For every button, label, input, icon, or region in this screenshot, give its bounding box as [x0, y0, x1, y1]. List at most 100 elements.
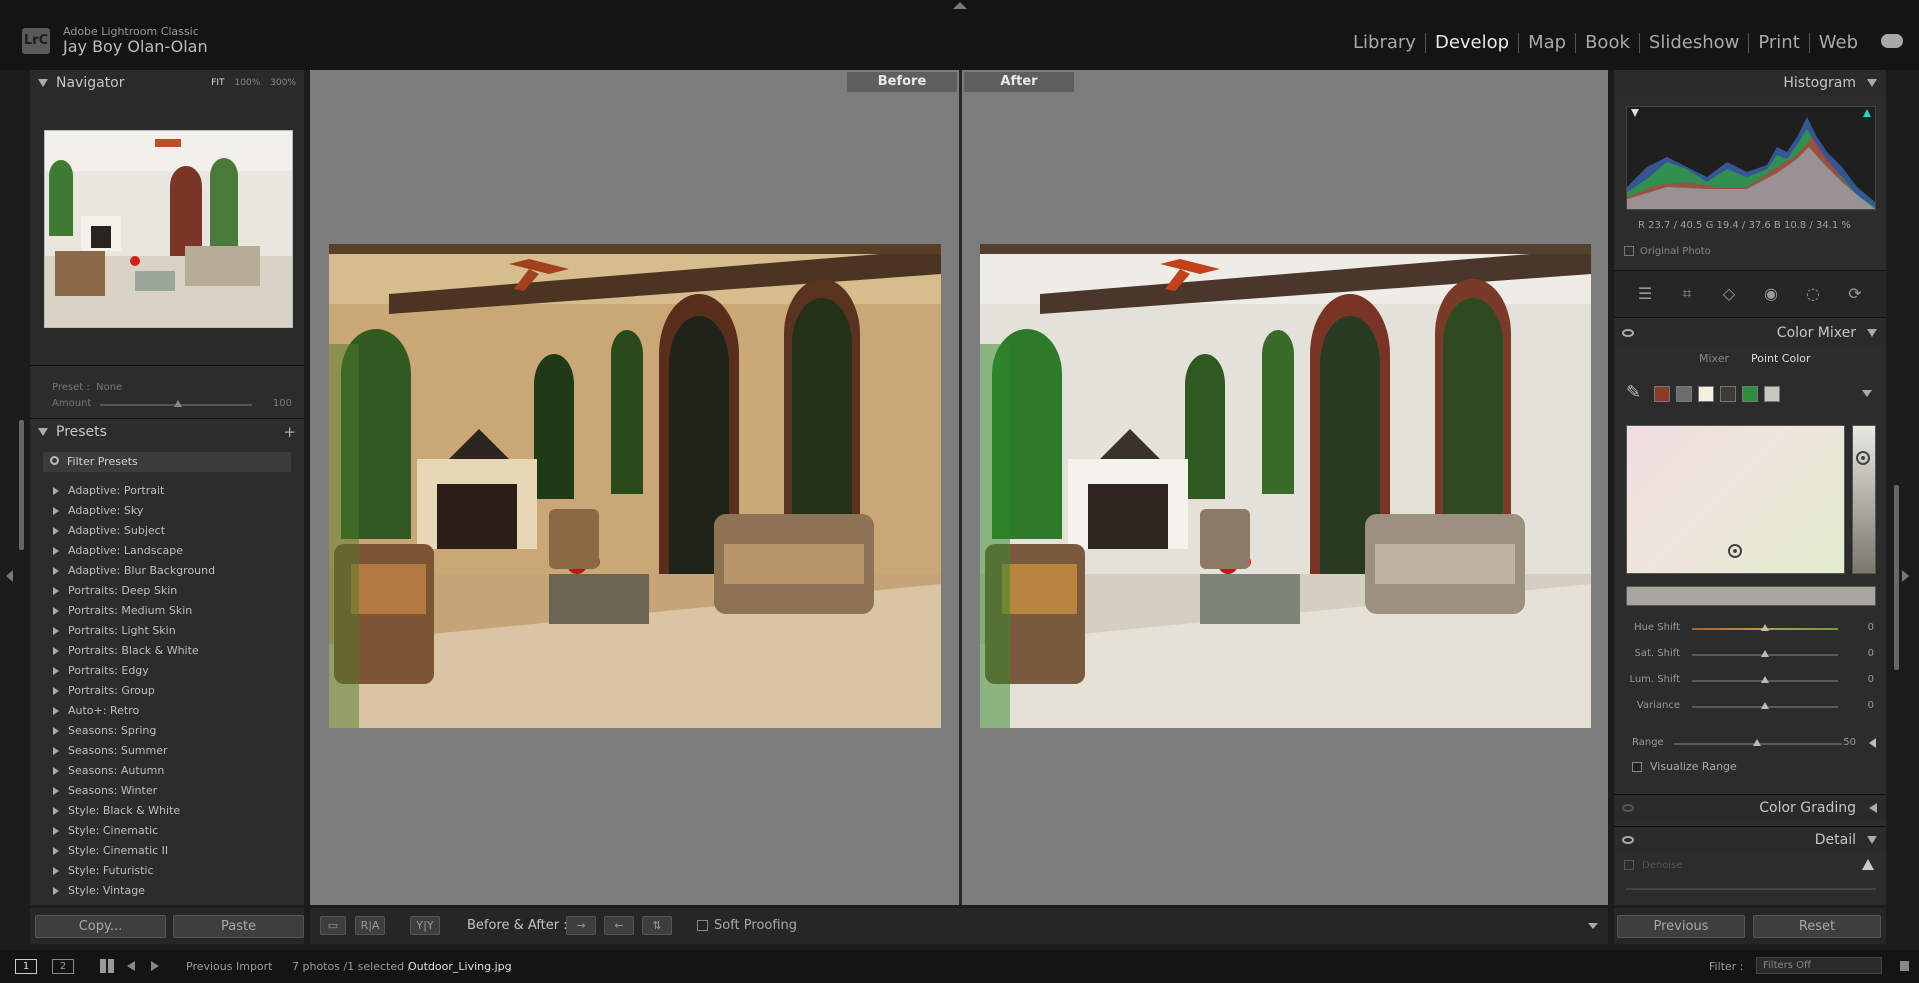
slider-knob[interactable] — [1761, 676, 1769, 683]
copy-settings-button[interactable]: Copy... — [35, 915, 166, 938]
preset-group-portraits-group[interactable]: Portraits: Group — [30, 681, 304, 701]
settings-sync-icon[interactable]: ⟳ — [1844, 284, 1866, 304]
red-eye-icon[interactable]: ◉ — [1760, 284, 1782, 304]
before-photo[interactable] — [329, 244, 941, 728]
right-scrollbar[interactable] — [1894, 485, 1899, 670]
lock-icon[interactable] — [1900, 961, 1909, 971]
amount-slider-knob[interactable] — [174, 400, 182, 407]
luminance-bar[interactable] — [1852, 425, 1876, 574]
preset-group-seasons-spring[interactable]: Seasons: Spring — [30, 721, 304, 741]
tab-mixer[interactable]: Mixer — [1699, 352, 1729, 365]
expand-triangle-icon[interactable] — [53, 567, 59, 575]
preset-group-style-futuristic[interactable]: Style: Futuristic — [30, 861, 304, 881]
tab-point-color[interactable]: Point Color — [1751, 352, 1811, 365]
copy-before-to-after-icon[interactable]: → — [566, 916, 596, 935]
expand-triangle-icon[interactable] — [53, 747, 59, 755]
hue-saturation-field[interactable] — [1626, 425, 1845, 574]
expand-triangle-icon[interactable] — [53, 887, 59, 895]
visibility-eye-icon[interactable] — [1622, 804, 1634, 812]
collapse-right-arrow-icon[interactable] — [1902, 570, 1909, 582]
expand-triangle-icon[interactable] — [53, 667, 59, 675]
warning-icon[interactable] — [1862, 859, 1874, 870]
preset-group-adaptive-portrait[interactable]: Adaptive: Portrait — [30, 481, 304, 501]
preset-group-adaptive-subject[interactable]: Adaptive: Subject — [30, 521, 304, 541]
expand-triangle-icon[interactable] — [53, 847, 59, 855]
filter-presets-input[interactable]: Filter Presets — [43, 452, 291, 472]
window-2-button[interactable]: 2 — [52, 959, 74, 974]
toolbar-menu-chevron-icon[interactable] — [1588, 923, 1598, 929]
module-map[interactable]: Map — [1519, 33, 1577, 53]
visualize-range-toggle[interactable]: Visualize Range — [1632, 760, 1737, 773]
expand-triangle-icon[interactable] — [53, 607, 59, 615]
collapse-triangle-icon[interactable] — [1867, 79, 1877, 87]
masking-icon[interactable]: ◌ — [1802, 284, 1824, 304]
slider-knob[interactable] — [1761, 650, 1769, 657]
preset-group-adaptive-landscape[interactable]: Adaptive: Landscape — [30, 541, 304, 561]
swatch-1[interactable] — [1654, 386, 1670, 402]
detail-slider-track[interactable] — [1626, 888, 1876, 890]
left-scrollbar[interactable] — [19, 420, 24, 550]
collapse-triangle-icon[interactable] — [1867, 329, 1877, 337]
swatch-4[interactable] — [1720, 386, 1736, 402]
expand-triangle-icon[interactable] — [53, 767, 59, 775]
expand-triangle-icon[interactable] — [53, 867, 59, 875]
swatch-menu-chevron-icon[interactable] — [1862, 390, 1872, 397]
reset-button[interactable]: Reset — [1753, 915, 1881, 938]
preset-group-seasons-winter[interactable]: Seasons: Winter — [30, 781, 304, 801]
expand-triangle-icon[interactable] — [53, 827, 59, 835]
expand-triangle-icon[interactable] — [1869, 803, 1877, 813]
expand-triangle-icon[interactable] — [53, 727, 59, 735]
preset-group-seasons-summer[interactable]: Seasons: Summer — [30, 741, 304, 761]
swatch-5[interactable] — [1742, 386, 1758, 402]
color-target-icon[interactable] — [1728, 544, 1742, 558]
range-knob[interactable] — [1753, 739, 1761, 746]
filter-select[interactable]: Filters Off — [1756, 957, 1882, 974]
zoom-fit[interactable]: FIT — [211, 78, 224, 88]
module-slideshow[interactable]: Slideshow — [1640, 33, 1750, 53]
sat-shift-slider[interactable]: Sat. Shift 0 — [1614, 644, 1886, 664]
copy-after-to-before-icon[interactable]: ← — [604, 916, 634, 935]
range-slider[interactable]: Range 50 — [1614, 733, 1886, 753]
detail-header[interactable]: Detail — [1614, 826, 1886, 852]
add-preset-plus-icon[interactable]: + — [283, 423, 296, 441]
presets-header[interactable]: Presets — [30, 419, 304, 445]
lum-shift-slider[interactable]: Lum. Shift 0 — [1614, 670, 1886, 690]
preset-group-adaptive-sky[interactable]: Adaptive: Sky — [30, 501, 304, 521]
denoise-toggle[interactable]: Denoise — [1624, 860, 1682, 871]
module-book[interactable]: Book — [1576, 33, 1640, 53]
edit-sliders-icon[interactable]: ☰ — [1634, 284, 1656, 304]
before-after-yy-button[interactable]: Y|Y — [410, 916, 440, 935]
preset-group-portraits-deep[interactable]: Portraits: Deep Skin — [30, 581, 304, 601]
preset-group-adaptive-blur[interactable]: Adaptive: Blur Background — [30, 561, 304, 581]
swap-before-after-icon[interactable]: ⇅ — [642, 916, 672, 935]
expand-triangle-icon[interactable] — [53, 647, 59, 655]
range-arrow-icon[interactable] — [1869, 738, 1876, 748]
swatch-6[interactable] — [1764, 386, 1780, 402]
histogram-header[interactable]: Histogram — [1614, 70, 1886, 96]
zoom-300[interactable]: 300% — [270, 78, 296, 88]
expand-triangle-icon[interactable] — [53, 527, 59, 535]
color-mixer-header[interactable]: Color Mixer — [1614, 320, 1886, 346]
expand-triangle-icon[interactable] — [53, 707, 59, 715]
module-web[interactable]: Web — [1810, 33, 1867, 53]
expand-triangle-icon[interactable] — [53, 507, 59, 515]
denoise-checkbox[interactable] — [1624, 860, 1634, 870]
grid-view-icon[interactable] — [100, 959, 114, 973]
preset-group-style-bw[interactable]: Style: Black & White — [30, 801, 304, 821]
expand-triangle-icon[interactable] — [53, 487, 59, 495]
preset-group-style-cinematic[interactable]: Style: Cinematic — [30, 821, 304, 841]
luminance-target-icon[interactable] — [1856, 451, 1870, 465]
crop-icon[interactable]: ⌗ — [1676, 284, 1698, 304]
paste-settings-button[interactable]: Paste — [173, 915, 304, 938]
preset-group-portraits-medium[interactable]: Portraits: Medium Skin — [30, 601, 304, 621]
original-photo-checkbox[interactable] — [1624, 246, 1634, 256]
collapse-triangle-icon[interactable] — [1867, 836, 1877, 844]
expand-triangle-icon[interactable] — [53, 807, 59, 815]
preset-group-style-cinematic-ii[interactable]: Style: Cinematic II — [30, 841, 304, 861]
preset-group-style-vintage[interactable]: Style: Vintage — [30, 881, 304, 901]
collapse-left-arrow-icon[interactable] — [6, 570, 13, 582]
preset-group-auto-retro[interactable]: Auto+: Retro — [30, 701, 304, 721]
eyedropper-icon[interactable]: ✎ — [1626, 382, 1641, 403]
visibility-eye-icon[interactable] — [1622, 836, 1634, 844]
zoom-100[interactable]: 100% — [235, 78, 261, 88]
